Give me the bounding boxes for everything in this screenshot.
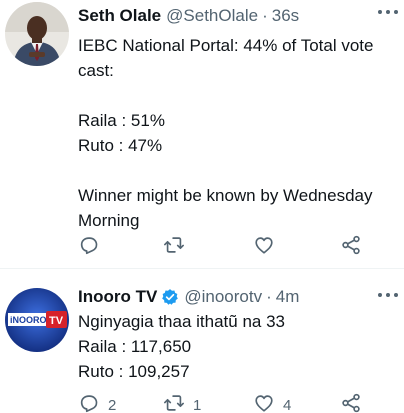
- svg-text:iNOORO: iNOORO: [10, 315, 47, 325]
- tweet-line: IEBC National Portal: 44% of Total vote: [78, 36, 374, 55]
- retweet-button[interactable]: [163, 234, 193, 260]
- more-icon[interactable]: [378, 293, 398, 299]
- timestamp[interactable]: 4m: [276, 287, 300, 307]
- tweet-inooro-tv[interactable]: iNOORO TV Inooro TV @inoorotv · 4m Nginy…: [0, 269, 404, 413]
- display-name[interactable]: Seth Olale: [78, 6, 161, 26]
- user-handle[interactable]: @inoorotv: [184, 287, 262, 307]
- like-icon: [253, 234, 275, 260]
- share-button[interactable]: [340, 392, 362, 413]
- tweet-text: IEBC National Portal: 44% of Total vote …: [78, 33, 398, 233]
- retweet-icon: [163, 392, 185, 413]
- tweet-line: Raila : 51%: [78, 111, 165, 130]
- tweet-line: Ruto : 109,257: [78, 362, 190, 381]
- tweet-line: [78, 83, 398, 108]
- tweet-header: Seth Olale @SethOlale · 36s: [78, 4, 299, 28]
- tweet-line: [78, 158, 398, 183]
- reply-count: 2: [108, 396, 117, 413]
- avatar[interactable]: [5, 2, 69, 66]
- like-button[interactable]: 4: [253, 392, 291, 413]
- separator-dot: ·: [266, 287, 272, 306]
- user-handle[interactable]: @SethOlale: [166, 6, 258, 26]
- reply-icon: [78, 392, 100, 413]
- like-icon: [253, 392, 275, 413]
- tweet-line: Raila : 117,650: [78, 337, 192, 356]
- avatar[interactable]: iNOORO TV: [5, 288, 69, 352]
- retweet-icon: [163, 234, 185, 260]
- tweet-line: Morning: [78, 211, 140, 230]
- inooro-logo: iNOORO TV: [5, 288, 69, 352]
- separator-dot: ·: [262, 6, 268, 25]
- tweet-line: cast:: [78, 61, 114, 80]
- tweet-seth-olale[interactable]: Seth Olale @SethOlale · 36s IEBC Nationa…: [0, 0, 404, 268]
- verified-badge-icon: [161, 288, 179, 306]
- share-icon: [340, 392, 362, 413]
- tweet-line: Winner might be known by Wednesday: [78, 186, 373, 205]
- retweet-button[interactable]: 1: [163, 392, 201, 413]
- tweet-line: Nginyagia thaa ithatũ na 33: [78, 312, 285, 331]
- display-name[interactable]: Inooro TV: [78, 287, 157, 307]
- tweet-header: Inooro TV @inoorotv · 4m: [78, 285, 299, 309]
- tweet-text: Nginyagia thaa ithatũ na 33 Raila : 117,…: [78, 309, 398, 384]
- reply-button[interactable]: 2: [78, 392, 116, 413]
- tweet-line: Ruto : 47%: [78, 136, 163, 155]
- tweet-actions: [78, 235, 368, 259]
- more-icon[interactable]: [378, 10, 398, 16]
- share-button[interactable]: [340, 234, 362, 260]
- tweet-actions: 2 1 4: [78, 393, 368, 413]
- reply-button[interactable]: [78, 234, 108, 260]
- svg-text:TV: TV: [49, 315, 64, 327]
- like-count: 4: [283, 396, 292, 413]
- reply-icon: [78, 234, 100, 260]
- like-button[interactable]: [253, 234, 283, 260]
- retweet-count: 1: [193, 396, 202, 413]
- timestamp[interactable]: 36s: [272, 6, 299, 26]
- share-icon: [340, 234, 362, 260]
